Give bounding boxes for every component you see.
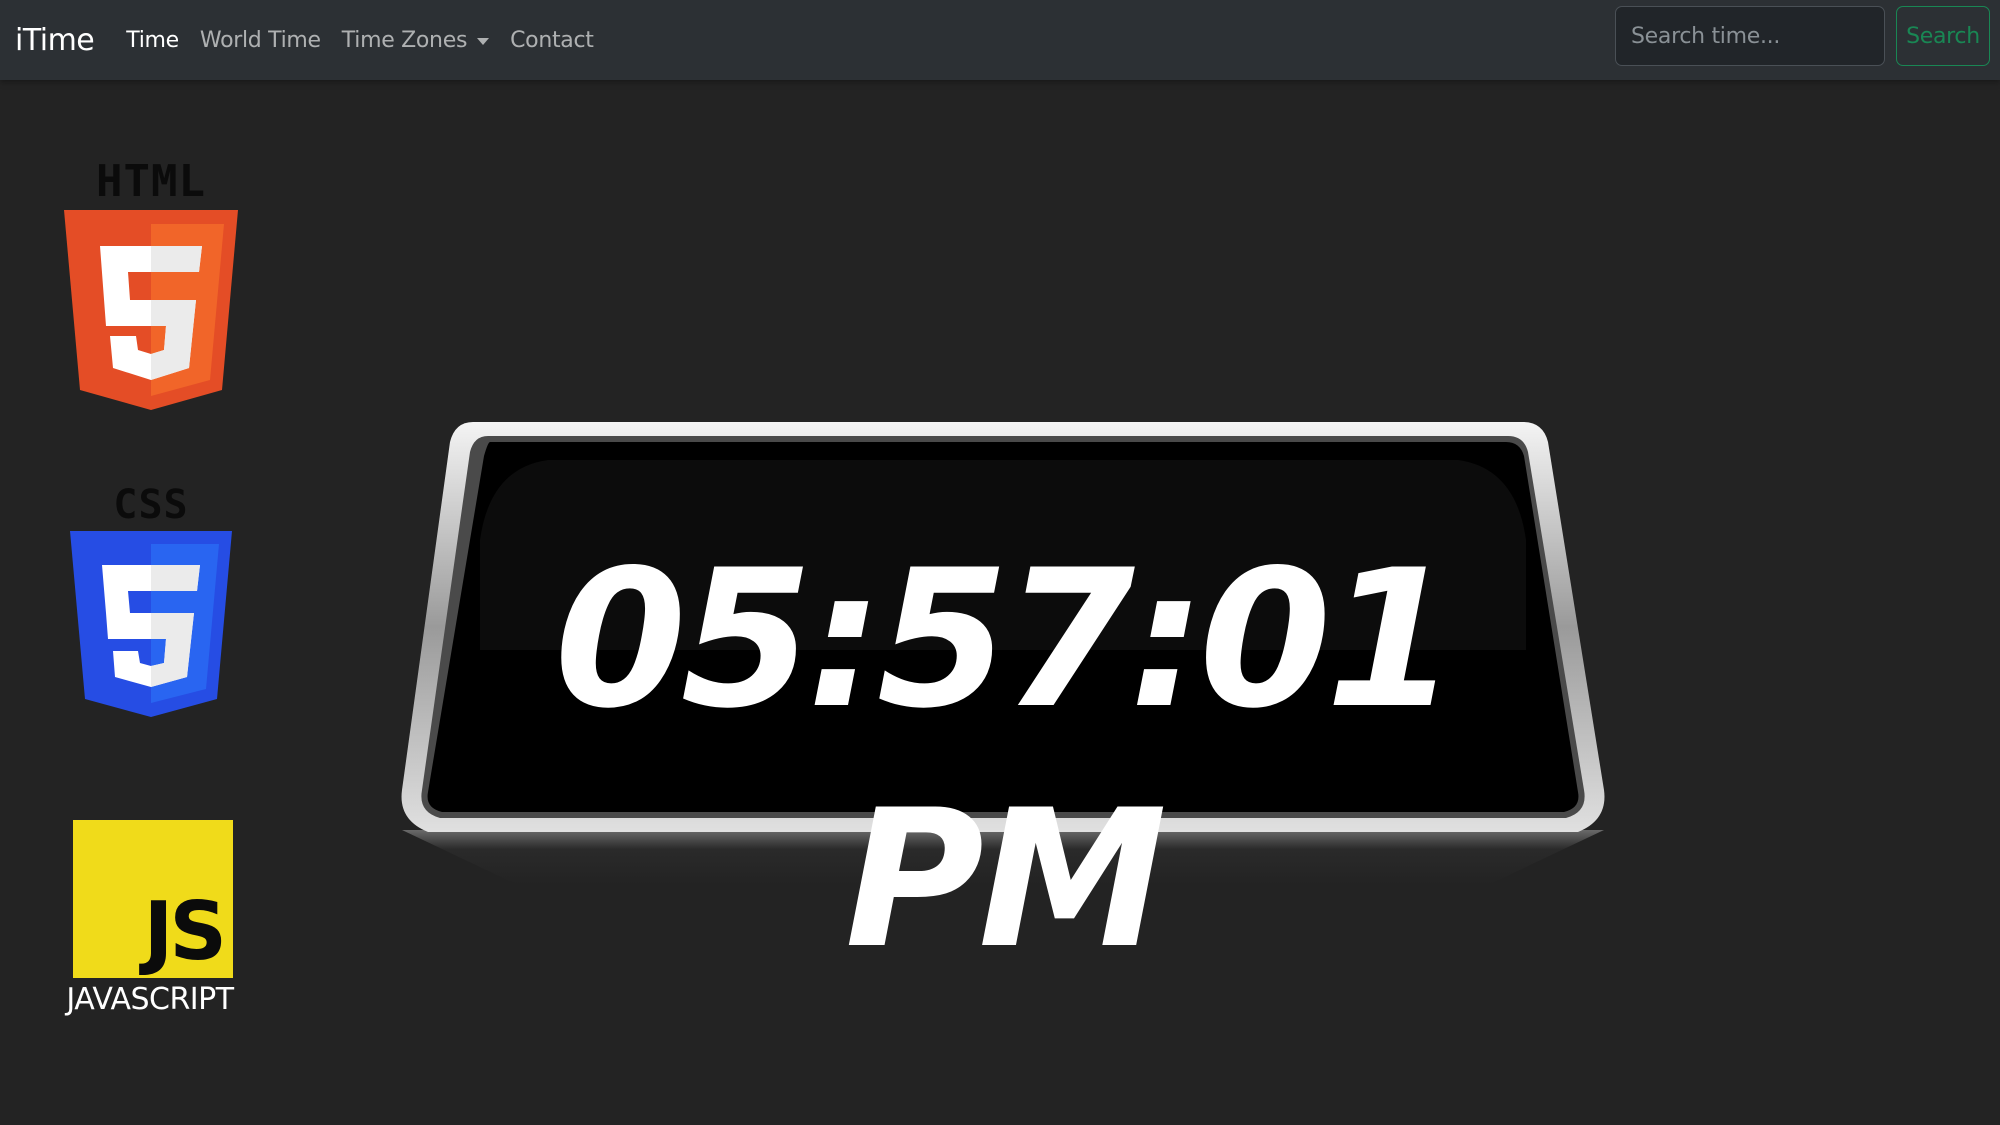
javascript-label: JAVASCRIPT — [66, 982, 234, 1017]
html5-logo: HTML — [62, 160, 240, 410]
search-form: Search — [1615, 6, 1990, 66]
brand-logo[interactable]: iTime — [15, 23, 95, 58]
nav-dropdown-label: Time Zones — [341, 27, 468, 53]
nav-links: Time World Time Time Zones Contact — [126, 28, 614, 53]
js-badge: JS — [73, 820, 233, 978]
nav-dropdown-time-zones[interactable]: Time Zones — [341, 27, 490, 53]
search-button[interactable]: Search — [1896, 6, 1990, 66]
html5-shield-icon — [64, 210, 238, 410]
css3-shield-icon — [70, 531, 232, 717]
html-title: HTML — [96, 156, 206, 207]
javascript-logo: JS JAVASCRIPT — [64, 820, 236, 1017]
caret-down-icon — [477, 37, 490, 45]
js-badge-text: JS — [143, 885, 227, 978]
clock-time-display: 05:57:01 PM — [554, 529, 1457, 990]
search-input[interactable] — [1615, 6, 1885, 66]
top-navbar: iTime Time World Time Time Zones Contact… — [0, 0, 2000, 80]
nav-link-world-time[interactable]: World Time — [200, 28, 321, 53]
css-title: CSS — [113, 482, 189, 528]
nav-link-contact[interactable]: Contact — [510, 28, 594, 53]
css3-logo: CSS — [68, 485, 234, 717]
nav-link-time[interactable]: Time — [126, 28, 179, 53]
digital-clock: 05:57:01 PM — [398, 420, 1608, 990]
